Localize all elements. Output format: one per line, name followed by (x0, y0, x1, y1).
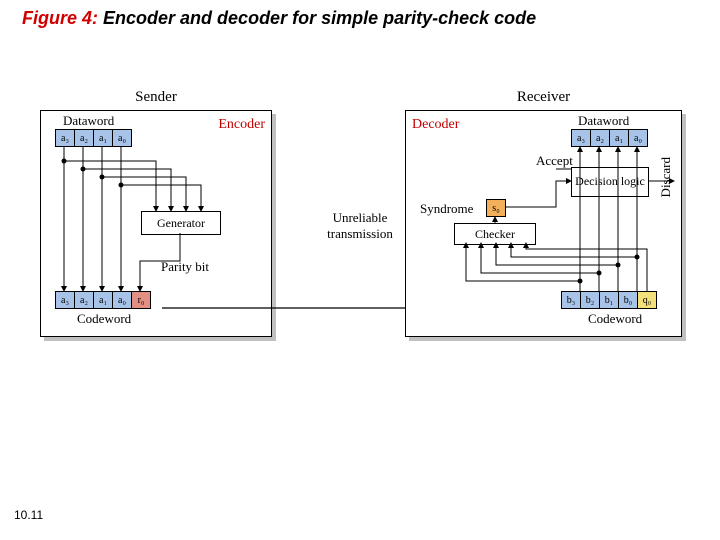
cell: a₁ (94, 130, 113, 146)
sender-heading: Sender (41, 89, 271, 106)
cell: b₀ (619, 292, 638, 308)
cell: b₂ (581, 292, 600, 308)
accept-label: Accept (536, 153, 573, 169)
cell: a₂ (591, 130, 610, 146)
receiver-panel: Receiver Decoder Dataword a₃ a₂ a₁ a₀ Ac… (405, 110, 682, 337)
cell: a₃ (56, 130, 75, 146)
cell: s₀ (487, 200, 505, 216)
figure-number: Figure 4: (22, 8, 98, 28)
cell: b₃ (562, 292, 581, 308)
receiver-codeword-label: Codeword (588, 311, 642, 327)
receiver-dataword-label: Dataword (578, 113, 629, 129)
cell: a₁ (610, 130, 629, 146)
sender-codeword-label: Codeword (77, 311, 131, 327)
cell: a₁ (94, 292, 113, 308)
cell: a₀ (113, 130, 131, 146)
checker-box: Checker (454, 223, 536, 245)
decoder-label: Decoder (412, 117, 459, 133)
cell: r₀ (132, 292, 150, 308)
figure-caption: Encoder and decoder for simple parity-ch… (103, 8, 536, 28)
cell: a₀ (629, 130, 647, 146)
unreliable-transmission-label: Unreliable transmission (310, 210, 410, 242)
cell: a₂ (75, 130, 94, 146)
sender-dataword-strip: a₃ a₂ a₁ a₀ (55, 129, 132, 147)
receiver-heading: Receiver (406, 89, 681, 106)
syndrome-strip: s₀ (486, 199, 506, 217)
decision-logic-box: Decision logic (571, 167, 649, 197)
sender-codeword-strip: a₃ a₂ a₁ a₀ r₀ (55, 291, 151, 309)
encoder-label: Encoder (218, 117, 265, 133)
parity-bit-label: Parity bit (161, 259, 209, 275)
page-footer: 10.11 (14, 508, 43, 522)
discard-label: Discard (658, 157, 674, 197)
cell: a₀ (113, 292, 132, 308)
generator-box: Generator (141, 211, 221, 235)
receiver-dataword-strip: a₃ a₂ a₁ a₀ (571, 129, 648, 147)
cell: a₃ (572, 130, 591, 146)
receiver-codeword-strip: b₃ b₂ b₁ b₀ q₀ (561, 291, 657, 309)
cell: b₁ (600, 292, 619, 308)
cell: a₃ (56, 292, 75, 308)
cell: q₀ (638, 292, 656, 308)
diagram-area: Sender Encoder Dataword a₃ a₂ a₁ a₀ Gene… (40, 80, 680, 380)
sender-dataword-label: Dataword (63, 113, 114, 129)
syndrome-label: Syndrome (420, 201, 473, 217)
figure-title: Figure 4: Encoder and decoder for simple… (22, 8, 536, 29)
unreliable-text: Unreliable transmission (327, 210, 393, 241)
cell: a₂ (75, 292, 94, 308)
